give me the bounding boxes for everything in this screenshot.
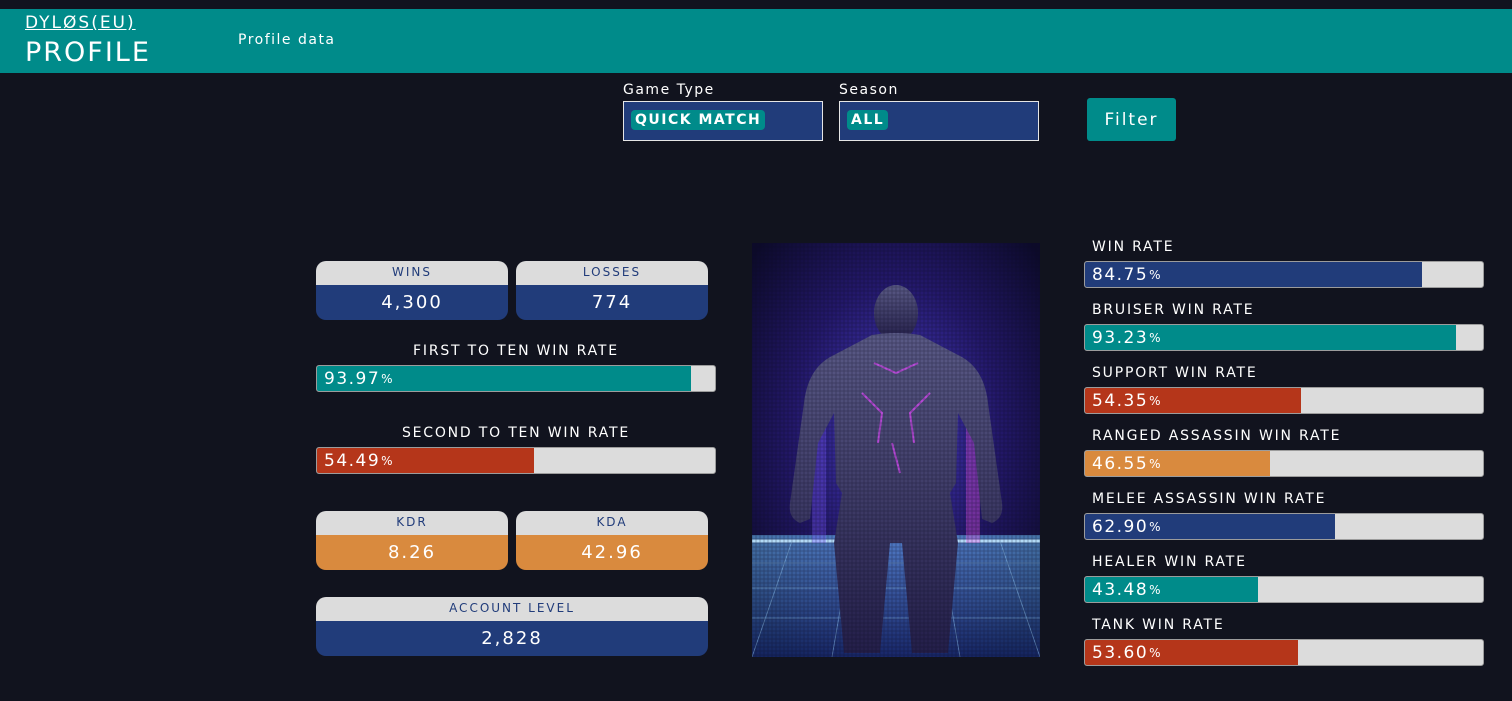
losses-value: 774 [516, 285, 708, 320]
hero-portrait-art [752, 243, 1040, 657]
second-to-ten-fill: 54.49% [317, 448, 534, 473]
bruiser-win-rate-title: BRUISER WIN RATE [1092, 302, 1255, 318]
percent-sign: % [1149, 519, 1163, 534]
first-to-ten-title: FIRST TO TEN WIN RATE [413, 343, 619, 359]
melee-assassin-win-rate-bar: 62.90% [1084, 513, 1484, 540]
tank-win-rate-fill: 53.60% [1085, 640, 1299, 665]
bruiser-win-rate-value: 93.23 [1092, 327, 1149, 348]
kda-value: 42.96 [516, 535, 708, 570]
win-rate-fill: 84.75% [1085, 262, 1423, 287]
account-level-card: ACCOUNT LEVEL 2,828 [316, 597, 708, 656]
kdr-card: KDR 8.26 [316, 511, 508, 570]
game-type-select[interactable]: QUICK MATCH [623, 101, 823, 141]
account-level-label: ACCOUNT LEVEL [316, 597, 708, 621]
ranged-assassin-win-rate-fill: 46.55% [1085, 451, 1271, 476]
kda-label: KDA [516, 511, 708, 535]
percent-sign: % [1149, 267, 1163, 282]
support-win-rate-fill: 54.35% [1085, 388, 1302, 413]
filter-button[interactable]: Filter [1087, 98, 1176, 141]
top-strip [0, 0, 1512, 9]
percent-sign: % [1149, 393, 1163, 408]
wins-label: WINS [316, 261, 508, 285]
healer-win-rate-title: HEALER WIN RATE [1092, 554, 1247, 570]
percent-sign: % [1149, 582, 1163, 597]
percent-sign: % [381, 453, 395, 468]
win-rate-title: WIN RATE [1092, 239, 1175, 255]
second-to-ten-title: SECOND TO TEN WIN RATE [401, 425, 631, 441]
season-filter: Season ALL [839, 82, 1039, 141]
season-select[interactable]: ALL [839, 101, 1039, 141]
melee-assassin-win-rate-title: MELEE ASSASSIN WIN RATE [1092, 491, 1327, 507]
support-win-rate-title: SUPPORT WIN RATE [1092, 365, 1258, 381]
tank-win-rate-title: TANK WIN RATE [1092, 617, 1225, 633]
melee-assassin-win-rate-value: 62.90 [1092, 516, 1149, 537]
wins-value: 4,300 [316, 285, 508, 320]
percent-sign: % [1149, 330, 1163, 345]
game-type-filter: Game Type QUICK MATCH [623, 82, 823, 141]
account-level-value: 2,828 [316, 621, 708, 656]
ranged-assassin-win-rate-bar: 46.55% [1084, 450, 1484, 477]
healer-win-rate-fill: 43.48% [1085, 577, 1259, 602]
first-to-ten-bar: 93.97% [316, 365, 716, 392]
bruiser-win-rate-bar: 93.23% [1084, 324, 1484, 351]
melee-assassin-win-rate-fill: 62.90% [1085, 514, 1336, 539]
kdr-label: KDR [316, 511, 508, 535]
season-label: Season [839, 82, 899, 98]
header-bar: DYLØS(EU) PROFILE Profile data [0, 9, 1512, 73]
kda-card: KDA 42.96 [516, 511, 708, 570]
game-type-chip[interactable]: QUICK MATCH [631, 110, 766, 130]
tank-win-rate-value: 53.60 [1092, 642, 1149, 663]
percent-sign: % [1149, 645, 1163, 660]
win-rate-value: 84.75 [1092, 264, 1149, 285]
page-title: PROFILE [25, 37, 151, 68]
losses-label: LOSSES [516, 261, 708, 285]
healer-win-rate-bar: 43.48% [1084, 576, 1484, 603]
losses-card: LOSSES 774 [516, 261, 708, 320]
ranged-assassin-win-rate-value: 46.55 [1092, 453, 1149, 474]
season-chip[interactable]: ALL [847, 110, 889, 130]
win-rate-bar: 84.75% [1084, 261, 1484, 288]
healer-win-rate-value: 43.48 [1092, 579, 1149, 600]
kdr-value: 8.26 [316, 535, 508, 570]
percent-sign: % [381, 371, 395, 386]
second-to-ten-bar: 54.49% [316, 447, 716, 474]
tank-win-rate-bar: 53.60% [1084, 639, 1484, 666]
support-win-rate-value: 54.35 [1092, 390, 1149, 411]
player-name-link[interactable]: DYLØS(EU) [25, 13, 136, 33]
second-to-ten-value: 54.49 [324, 450, 381, 471]
game-type-label: Game Type [623, 82, 715, 98]
bruiser-win-rate-fill: 93.23% [1085, 325, 1457, 350]
first-to-ten-value: 93.97 [324, 368, 381, 389]
wins-card: WINS 4,300 [316, 261, 508, 320]
nav-profile-data[interactable]: Profile data [238, 32, 336, 48]
support-win-rate-bar: 54.35% [1084, 387, 1484, 414]
ranged-assassin-win-rate-title: RANGED ASSASSIN WIN RATE [1092, 428, 1342, 444]
hero-portrait [752, 243, 1040, 657]
percent-sign: % [1149, 456, 1163, 471]
first-to-ten-fill: 93.97% [317, 366, 691, 391]
